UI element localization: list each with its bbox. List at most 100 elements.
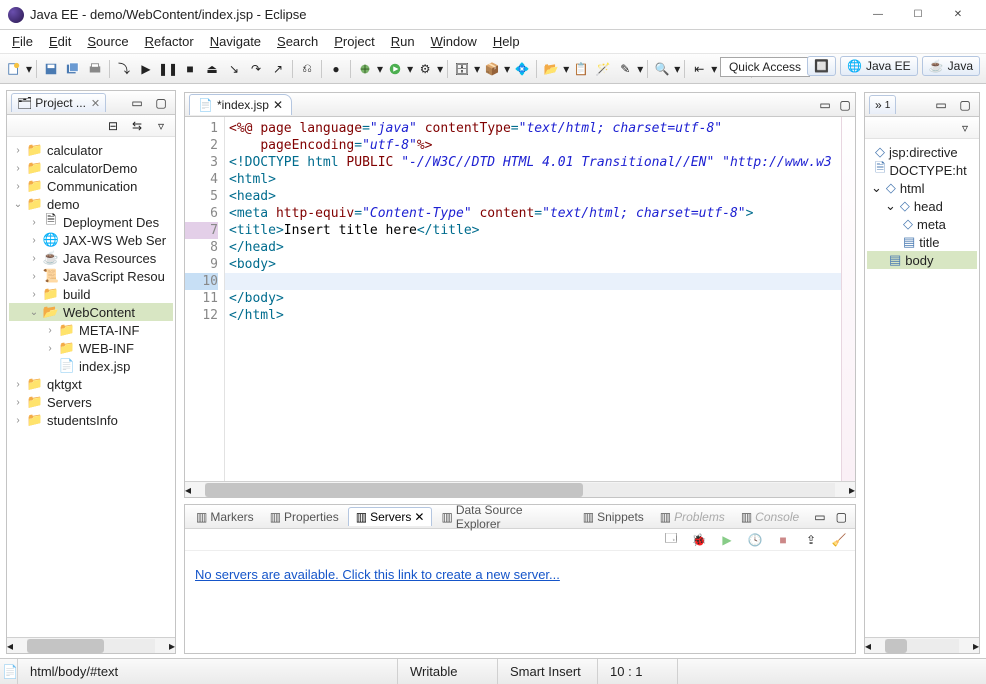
tree-node[interactable]: ⌄📁demo <box>9 195 173 213</box>
outline-node[interactable]: ▤ body <box>867 251 977 269</box>
view-minimize-icon[interactable]: ▭ <box>931 95 951 115</box>
view-menu-icon[interactable]: ▿ <box>955 118 975 138</box>
save-icon[interactable] <box>41 59 61 79</box>
tab-properties[interactable]: ▥ Properties <box>263 508 346 526</box>
tree-node[interactable]: ›📜JavaScript Resou <box>9 267 173 285</box>
open-perspective-button[interactable]: 🔲 <box>807 56 836 76</box>
tab-problems[interactable]: ▥ Problems <box>653 508 732 526</box>
menu-source[interactable]: Source <box>79 32 136 51</box>
run-external-icon[interactable]: ⚙ <box>415 59 435 79</box>
editor-tab-indexjsp[interactable]: 📄 *index.jsp ✕ <box>189 94 292 115</box>
outline-tree[interactable]: ◇ jsp:directive 🗎 DOCTYPE:ht⌄◇ html⌄◇ he… <box>865 139 979 637</box>
servers-stop-icon[interactable]: ■ <box>773 530 793 550</box>
outline-node[interactable]: ⌄◇ html <box>867 179 977 197</box>
outline-node[interactable]: ⌄◇ head <box>867 197 977 215</box>
tree-node[interactable]: ›📁Servers <box>9 393 173 411</box>
twisty-icon[interactable]: › <box>29 217 39 228</box>
menu-refactor[interactable]: Refactor <box>137 32 202 51</box>
menu-search[interactable]: Search <box>269 32 326 51</box>
open-type-icon[interactable]: 📂 <box>541 59 561 79</box>
tab-snippets[interactable]: ▥ Snippets <box>576 508 651 526</box>
twisty-icon[interactable]: › <box>13 379 23 390</box>
debug-stepover-icon[interactable]: ↷ <box>246 59 266 79</box>
menu-run[interactable]: Run <box>383 32 423 51</box>
tree-node[interactable]: 📄index.jsp <box>9 357 173 375</box>
debug-icon[interactable] <box>355 59 375 79</box>
outline-node[interactable]: ▤ title <box>867 233 977 251</box>
view-minimize-icon[interactable]: ▭ <box>127 93 147 113</box>
twisty-icon[interactable]: ⌄ <box>13 199 23 210</box>
debug-stepinto-icon[interactable]: ↘ <box>224 59 244 79</box>
project-explorer-h-scroll[interactable]: ◂▸ <box>7 637 175 653</box>
pencil-icon[interactable]: ✎ <box>615 59 635 79</box>
tree-node[interactable]: ›📁Communication <box>9 177 173 195</box>
servers-run-icon[interactable]: ▶ <box>717 530 737 550</box>
collapse-all-icon[interactable]: ⊟ <box>103 116 123 136</box>
editor-maximize-icon[interactable]: ▢ <box>835 95 855 115</box>
search-icon[interactable]: 🔍 <box>652 59 672 79</box>
project-explorer-tab[interactable]: 🗂 Project ... ✕ <box>11 93 106 112</box>
new-ejb-icon[interactable]: 📦 <box>482 59 502 79</box>
menu-project[interactable]: Project <box>326 32 382 51</box>
menu-window[interactable]: Window <box>423 32 485 51</box>
debug-pause-icon[interactable]: ❚❚ <box>158 59 178 79</box>
save-all-icon[interactable] <box>63 59 83 79</box>
perspective-java-button[interactable]: ☕ Java <box>922 56 980 76</box>
print-icon[interactable] <box>85 59 105 79</box>
twisty-icon[interactable]: ⌄ <box>885 198 896 214</box>
twisty-icon[interactable]: ⌄ <box>871 180 882 196</box>
tree-node[interactable]: ›📁META-INF <box>9 321 173 339</box>
twisty-icon[interactable]: › <box>45 325 55 336</box>
editor-minimize-icon[interactable]: ▭ <box>815 95 835 115</box>
servers-profile2-icon[interactable]: 🕓 <box>745 530 765 550</box>
open-task-icon[interactable]: 📋 <box>571 59 591 79</box>
debug-skip-icon[interactable]: ⤵ <box>114 59 134 79</box>
tab-console[interactable]: ▥ Console <box>734 508 806 526</box>
twisty-icon[interactable]: › <box>13 163 23 174</box>
outline-h-scroll[interactable]: ◂▸ <box>865 637 979 653</box>
outline-node[interactable]: ◇ meta <box>867 215 977 233</box>
perspective-javaee-button[interactable]: 🌐 Java EE <box>840 56 918 76</box>
bottom-maximize-icon[interactable]: ▢ <box>832 507 851 527</box>
debug-stop-icon[interactable]: ■ <box>180 59 200 79</box>
editor-h-scroll[interactable]: ◂▸ <box>185 481 855 497</box>
link-editor-icon[interactable]: ⇆ <box>127 116 147 136</box>
servers-clean-icon[interactable]: 🧹 <box>829 530 849 550</box>
drop-icon[interactable]: ⎌ <box>297 59 317 79</box>
twisty-icon[interactable]: ⌄ <box>29 307 39 318</box>
tab-data-source-explorer[interactable]: ▥ Data Source Explorer <box>434 501 573 533</box>
tree-node[interactable]: ›📁calculatorDemo <box>9 159 173 177</box>
view-menu-icon[interactable]: ▿ <box>151 116 171 136</box>
tree-node[interactable]: ›📁studentsInfo <box>9 411 173 429</box>
twisty-icon[interactable]: › <box>13 415 23 426</box>
overview-ruler[interactable] <box>841 117 855 481</box>
tab-servers[interactable]: ▥ Servers ✕ <box>348 507 433 526</box>
servers-publish-icon[interactable]: ⇪ <box>801 530 821 550</box>
menu-help[interactable]: Help <box>485 32 528 51</box>
menu-file[interactable]: File <box>4 32 41 51</box>
tree-node[interactable]: ›📁build <box>9 285 173 303</box>
new-ws-icon[interactable]: 💠 <box>512 59 532 79</box>
close-icon[interactable]: ✕ <box>414 510 424 524</box>
tree-node[interactable]: ›🗎Deployment Des <box>9 213 173 231</box>
view-maximize-icon[interactable]: ▢ <box>955 95 975 115</box>
twisty-icon[interactable]: › <box>45 343 55 354</box>
twisty-icon[interactable]: › <box>29 253 39 264</box>
new-server-icon[interactable]: 🗄 <box>452 59 472 79</box>
menu-edit[interactable]: Edit <box>41 32 79 51</box>
run-icon[interactable] <box>385 59 405 79</box>
twisty-icon[interactable]: › <box>29 271 39 282</box>
servers-profile-icon[interactable]: 🗔 <box>661 530 681 550</box>
tree-node[interactable]: ›📁qktgxt <box>9 375 173 393</box>
tab-markers[interactable]: ▥ Markers <box>189 508 261 526</box>
twisty-icon[interactable]: › <box>13 397 23 408</box>
debug-stepreturn-icon[interactable]: ↗ <box>268 59 288 79</box>
bottom-minimize-icon[interactable]: ▭ <box>810 507 829 527</box>
code-editor[interactable]: <%@ page language="java" contentType="te… <box>225 117 841 481</box>
menu-navigate[interactable]: Navigate <box>202 32 269 51</box>
nav-back-annot-icon[interactable]: ⇤ <box>689 59 709 79</box>
servers-debug-icon[interactable]: 🐞 <box>689 530 709 550</box>
new-icon[interactable] <box>4 59 24 79</box>
twisty-icon[interactable]: › <box>29 235 39 246</box>
project-tree[interactable]: ›📁calculator›📁calculatorDemo›📁Communicat… <box>7 137 175 637</box>
